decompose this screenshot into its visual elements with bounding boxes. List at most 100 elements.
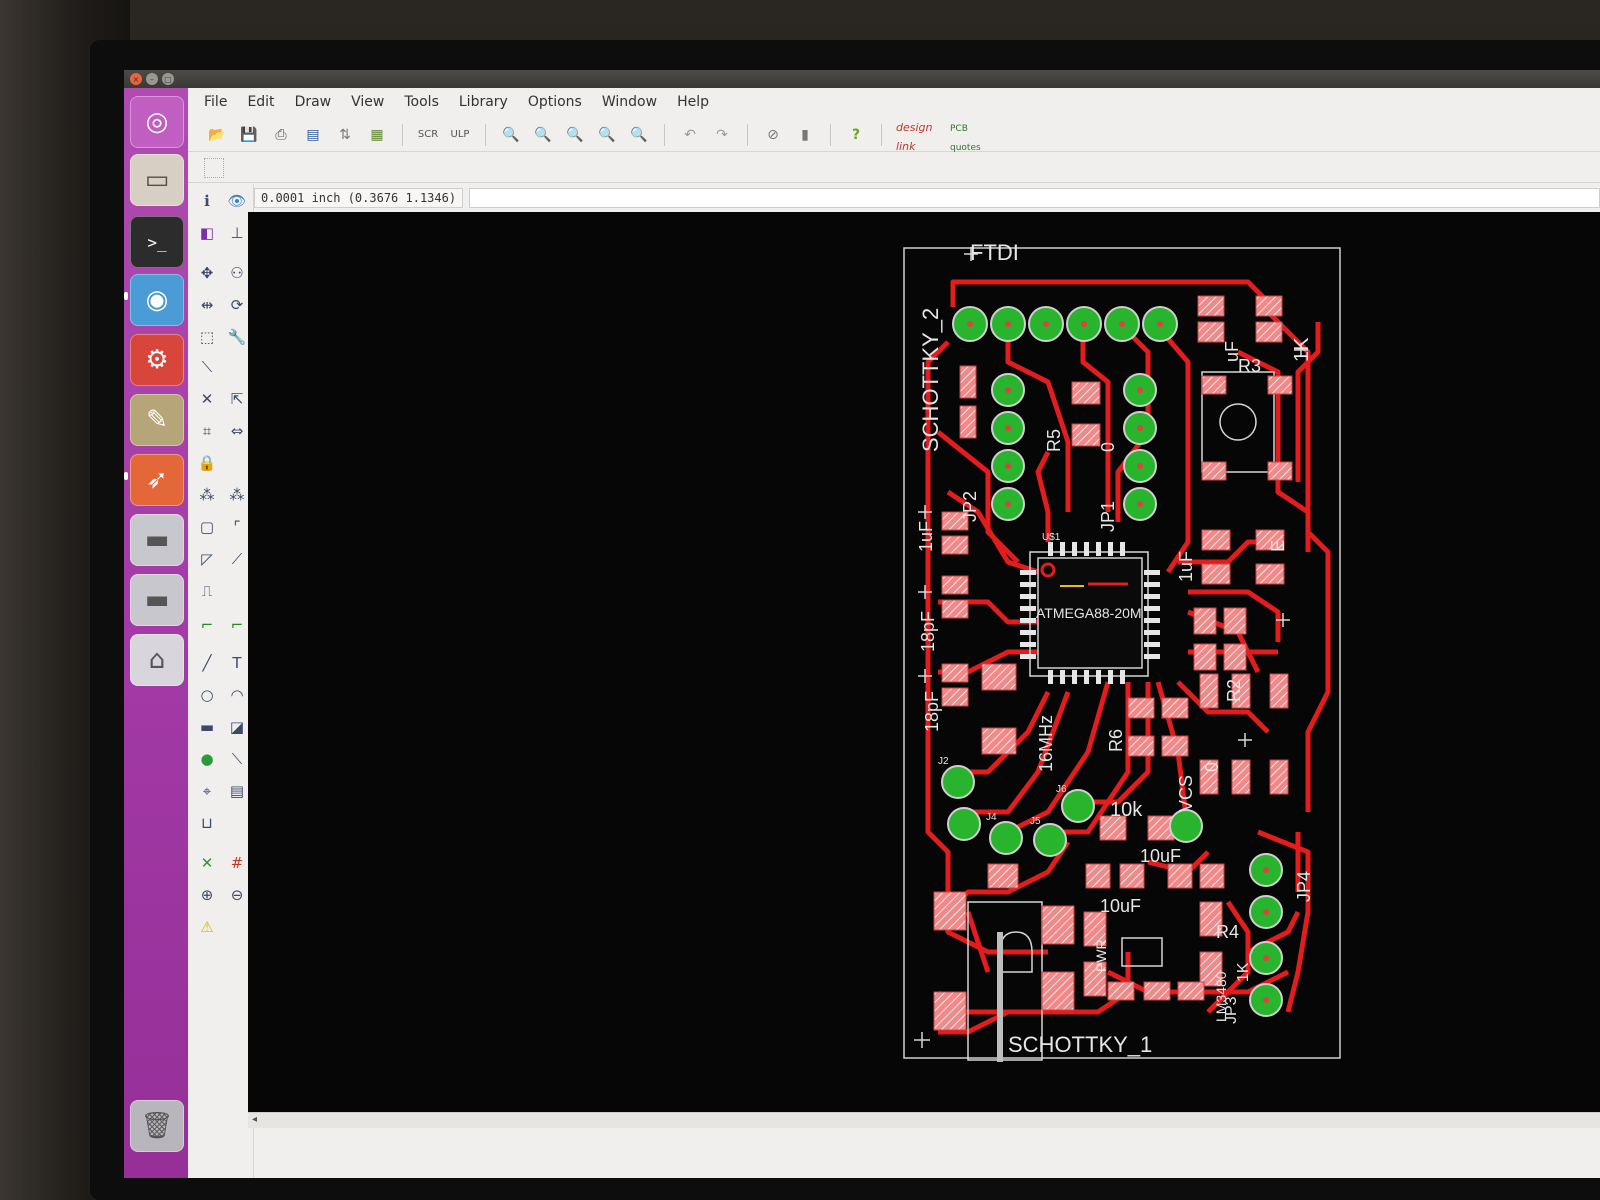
copy-tool[interactable]: ⚇ [224,260,250,286]
attribute-tool[interactable]: ▤ [224,778,250,804]
designlink-button[interactable]: design link [896,116,940,154]
grid-button[interactable] [204,158,224,178]
horizontal-scrollbar[interactable]: ◂ [248,1112,1600,1128]
menu-draw[interactable]: Draw [295,94,332,110]
errors-tool[interactable]: ⊖ [224,882,250,908]
show-tool[interactable]: 👁 [224,188,250,214]
zoom-out-button[interactable]: 🔍 [564,124,586,146]
pcbquotes-button[interactable]: PCB quotes [950,116,994,154]
erc-tool[interactable]: ⚠ [194,914,220,940]
menu-view[interactable]: View [351,94,384,110]
cam-button[interactable]: ▤ [302,124,324,146]
signal-tool[interactable]: ⌐ [194,612,220,638]
line-tool[interactable]: ╱ [194,650,220,676]
command-line-input[interactable] [469,188,1600,208]
arc-tool[interactable]: ◠ [224,682,250,708]
split-tool[interactable]: ⁂ [224,482,250,508]
miter-tool[interactable]: ⌜ [224,514,250,540]
change-tool[interactable]: 🔧 [224,324,250,350]
zoom-redraw-button[interactable]: 🔍 [596,124,618,146]
grid-route-icon: # [230,854,244,872]
menu-file[interactable]: File [204,94,227,110]
group-tool[interactable]: ⬚ [194,324,220,350]
name-tool[interactable]: ⌗ [194,418,220,444]
board-canvas[interactable]: FTDI SCHOTTKY_2 SCHOTTKY_1 ATMEGA88-20M … [248,212,1600,1112]
go-button[interactable]: ▮ [794,124,816,146]
launcher-terminal[interactable]: >_ [130,216,184,268]
save-button[interactable]: 💾 [238,124,260,146]
menu-library[interactable]: Library [459,94,508,110]
library-icon: ▦ [370,126,384,143]
circle-icon: ○ [200,686,214,704]
zoom-fit-button[interactable]: 🔍 [500,124,522,146]
wire-tool[interactable]: ⟍ [224,746,250,772]
launcher-gimp[interactable]: ✎ [130,394,184,446]
library-button[interactable]: ▦ [366,124,388,146]
circle-tool[interactable]: ○ [194,682,220,708]
launcher-trash[interactable]: 🗑 [130,1100,184,1152]
launcher-usb[interactable]: ⌂ [130,634,184,686]
script-button[interactable]: SCR [417,124,439,146]
menu-tools[interactable]: Tools [404,94,439,110]
launcher-eagle[interactable]: ➶ [130,454,184,506]
line-icon: ╱ [202,654,212,672]
smash-tool[interactable]: ⁂ [194,482,220,508]
text-tool[interactable]: T [224,650,250,676]
delete-tool[interactable]: ✕ [194,386,220,412]
ulp-button[interactable]: ULP [449,124,471,146]
via-tool[interactable]: ● [194,746,220,772]
menu-window[interactable]: Window [602,94,657,110]
optimize-tool[interactable]: ▢ [194,514,220,540]
ratsnest-tool[interactable]: ✕ [194,850,220,876]
open-button[interactable]: 📂 [206,124,228,146]
drc-tool[interactable]: ⊕ [194,882,220,908]
mark-icon: ⊥ [230,224,244,242]
zoom-select-button[interactable]: 🔍 [628,124,650,146]
info-tool[interactable]: ℹ [194,188,220,214]
minimize-window-button[interactable]: – [146,73,158,85]
launcher-settings[interactable]: ⚙ [130,334,184,386]
paste-tool[interactable]: ⟍ [194,354,220,380]
label-j5: J5 [1030,816,1041,827]
redo-button[interactable]: ↷ [711,124,733,146]
dimension-tool[interactable]: ⊔ [194,810,220,836]
close-window-button[interactable]: × [130,73,142,85]
stop-button[interactable]: ⊘ [762,124,784,146]
menu-help[interactable]: Help [677,94,709,110]
lock-tool[interactable]: 🔒 [194,450,220,476]
label-vcs: VCS [1176,775,1196,812]
print-button[interactable]: ⎙ [270,124,292,146]
label-c1: 1uF [916,521,936,552]
rotate-tool[interactable]: ⟳ [224,292,250,318]
help-button[interactable]: ? [845,124,867,146]
autoroute-tool[interactable]: ⌐ [224,612,250,638]
move-tool[interactable]: ✥ [194,260,220,286]
launcher-files[interactable]: ▭ [130,154,184,206]
mirror-tool[interactable]: ⇹ [194,292,220,318]
display-layers-tool[interactable]: ◧ [194,220,220,246]
hole-tool[interactable]: ⌖ [194,778,220,804]
minimize-icon: – [150,74,154,84]
maximize-window-button[interactable]: □ [162,73,174,85]
add-tool[interactable]: ⇱ [224,386,250,412]
route-tool[interactable]: ◸ [194,546,220,572]
move-icon: ✥ [200,264,214,282]
launcher-drive-2[interactable]: ▬ [130,574,184,626]
zoom-in-button[interactable]: 🔍 [532,124,554,146]
mark-tool[interactable]: ⊥ [224,220,250,246]
value-tool[interactable]: ⇔ [224,418,250,444]
scroll-left-icon[interactable]: ◂ [252,1114,257,1125]
unity-launcher: ◎ ▭ >_ ◉ ⚙ ✎ ➶ ▬ ▬ ⌂ 🗑 [124,88,188,1178]
polygon-tool[interactable]: ◪ [224,714,250,740]
meander-tool[interactable]: ⎍ [194,578,220,604]
undo-button[interactable]: ↶ [679,124,701,146]
launcher-drive-1[interactable]: ▬ [130,514,184,566]
ripup-tool[interactable]: ⟋ [224,546,250,572]
auto-tool[interactable]: # [224,850,250,876]
board-switch-button[interactable]: ⇅ [334,124,356,146]
rect-tool[interactable]: ▬ [194,714,220,740]
menu-options[interactable]: Options [528,94,582,110]
launcher-dash[interactable]: ◎ [130,96,184,148]
menu-edit[interactable]: Edit [247,94,274,110]
launcher-chromium[interactable]: ◉ [130,274,184,326]
